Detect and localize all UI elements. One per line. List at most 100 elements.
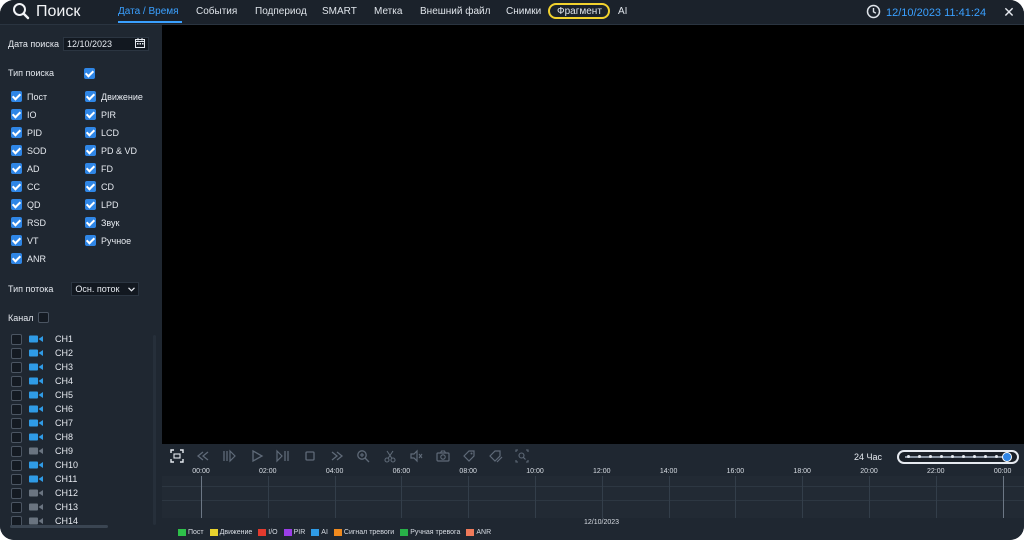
search-type-option[interactable]: LPD (85, 199, 119, 210)
channel-checkbox[interactable] (11, 333, 22, 345)
fast-forward-button[interactable] (330, 450, 344, 464)
channel-checkbox[interactable] (11, 361, 22, 373)
search-type-option[interactable]: Звук (85, 217, 119, 228)
search-type-option[interactable]: RSD (11, 217, 46, 228)
channel-checkbox[interactable] (11, 375, 22, 387)
search-type-option[interactable]: CC (11, 181, 40, 192)
zoom-slider-knob[interactable] (1002, 452, 1012, 462)
search-type-option[interactable]: Движение (85, 91, 143, 102)
channel-item[interactable]: CH4 (11, 375, 73, 387)
select-all-types[interactable] (84, 68, 95, 79)
search-type-checkbox[interactable] (85, 109, 96, 120)
channel-item[interactable]: CH7 (11, 417, 73, 429)
search-type-option[interactable]: PID (11, 127, 42, 138)
channel-checkbox[interactable] (11, 431, 22, 443)
search-type-option[interactable]: SOD (11, 145, 47, 156)
video-viewport[interactable] (162, 25, 1024, 444)
channel-item[interactable]: CH2 (11, 347, 73, 359)
search-type-option[interactable]: AD (11, 163, 40, 174)
stream-type-select[interactable]: Осн. поток (71, 282, 140, 296)
tab-events[interactable]: События (196, 0, 237, 24)
search-type-checkbox[interactable] (85, 199, 96, 210)
stop-button[interactable] (303, 450, 317, 464)
search-type-checkbox[interactable] (85, 127, 96, 138)
channel-item[interactable]: CH10 (11, 459, 78, 471)
clip-button[interactable] (383, 450, 397, 464)
search-type-option[interactable]: QD (11, 199, 41, 210)
search-date-input[interactable]: 12/10/2023 (62, 37, 149, 51)
search-type-checkbox[interactable] (11, 199, 22, 210)
rewind-button[interactable] (196, 450, 210, 464)
search-type-checkbox[interactable] (11, 253, 22, 264)
timeline-end-marker[interactable] (1003, 476, 1004, 518)
close-button[interactable]: ✕ (1001, 4, 1017, 20)
channel-item[interactable]: CH13 (11, 501, 78, 513)
channel-checkbox[interactable] (11, 459, 22, 471)
search-type-checkbox[interactable] (11, 163, 22, 174)
fullscreen-button[interactable] (170, 449, 184, 464)
tab-fragment[interactable]: Фрагмент (557, 0, 602, 24)
search-type-checkbox[interactable] (85, 145, 96, 156)
search-type-checkbox[interactable] (11, 127, 22, 138)
search-type-option[interactable]: PD & VD (85, 145, 137, 156)
channel-item[interactable]: CH5 (11, 389, 73, 401)
channel-select-all-checkbox[interactable] (38, 312, 50, 323)
search-type-checkbox[interactable] (11, 235, 22, 246)
search-type-option[interactable]: CD (85, 181, 114, 192)
search-type-option[interactable]: ANR (11, 253, 46, 264)
channel-list-scrollbar[interactable] (153, 335, 156, 525)
channel-item[interactable]: CH12 (11, 487, 78, 499)
tab-external-file[interactable]: Внешний файл (420, 0, 490, 24)
search-type-checkbox[interactable] (11, 181, 22, 192)
tab-tag[interactable]: Метка (374, 0, 402, 24)
select-all-checkbox[interactable] (84, 68, 95, 79)
channel-checkbox[interactable] (11, 473, 22, 485)
smart-search-button[interactable] (515, 449, 529, 464)
tag-button[interactable] (462, 450, 476, 464)
channel-checkbox[interactable] (11, 347, 22, 359)
search-type-checkbox[interactable] (85, 163, 96, 174)
channel-checkbox[interactable] (11, 487, 22, 499)
search-type-option[interactable]: Пост (11, 91, 47, 102)
search-type-checkbox[interactable] (11, 145, 22, 156)
play-button[interactable] (250, 449, 264, 464)
search-type-option[interactable]: PIR (85, 109, 116, 120)
tab-subperiod[interactable]: Подпериод (255, 0, 307, 24)
search-type-option[interactable]: FD (85, 163, 113, 174)
timeline-start-marker[interactable] (201, 476, 202, 518)
channel-checkbox[interactable] (11, 389, 22, 401)
channel-item[interactable]: CH6 (11, 403, 73, 415)
search-type-option[interactable]: IO (11, 109, 37, 120)
tab-snapshots[interactable]: Снимки (506, 0, 541, 24)
search-type-checkbox[interactable] (11, 109, 22, 120)
custom-tag-button[interactable] (489, 450, 503, 464)
zoom-button[interactable] (356, 450, 370, 464)
channel-checkbox[interactable] (11, 417, 22, 429)
search-type-checkbox[interactable] (85, 217, 96, 228)
channel-item[interactable]: CH1 (11, 333, 73, 345)
channel-item[interactable]: CH9 (11, 445, 73, 457)
tab-smart[interactable]: SMART (322, 0, 357, 24)
timeline-zoom-slider[interactable] (897, 450, 1019, 464)
snapshot-button[interactable] (436, 450, 450, 464)
search-type-checkbox[interactable] (11, 217, 22, 228)
mute-button[interactable] (409, 449, 423, 464)
search-type-checkbox[interactable] (11, 91, 22, 102)
search-type-checkbox[interactable] (85, 91, 96, 102)
timeline-track[interactable] (162, 476, 1024, 518)
channel-checkbox[interactable] (11, 403, 22, 415)
channel-checkbox[interactable] (11, 445, 22, 457)
search-type-option[interactable]: LCD (85, 127, 119, 138)
step-forward-button[interactable] (276, 449, 290, 464)
horizontal-scrollbar[interactable] (10, 525, 108, 528)
tab-ai[interactable]: AI (618, 0, 627, 24)
channel-checkbox[interactable] (11, 501, 22, 513)
search-type-option[interactable]: Ручное (85, 235, 131, 246)
channel-item[interactable]: CH3 (11, 361, 73, 373)
calendar-icon[interactable] (134, 38, 145, 50)
step-back-button[interactable] (222, 449, 236, 464)
search-type-checkbox[interactable] (85, 235, 96, 246)
channel-item[interactable]: CH8 (11, 431, 73, 443)
search-type-checkbox[interactable] (85, 181, 96, 192)
search-type-option[interactable]: VT (11, 235, 39, 246)
